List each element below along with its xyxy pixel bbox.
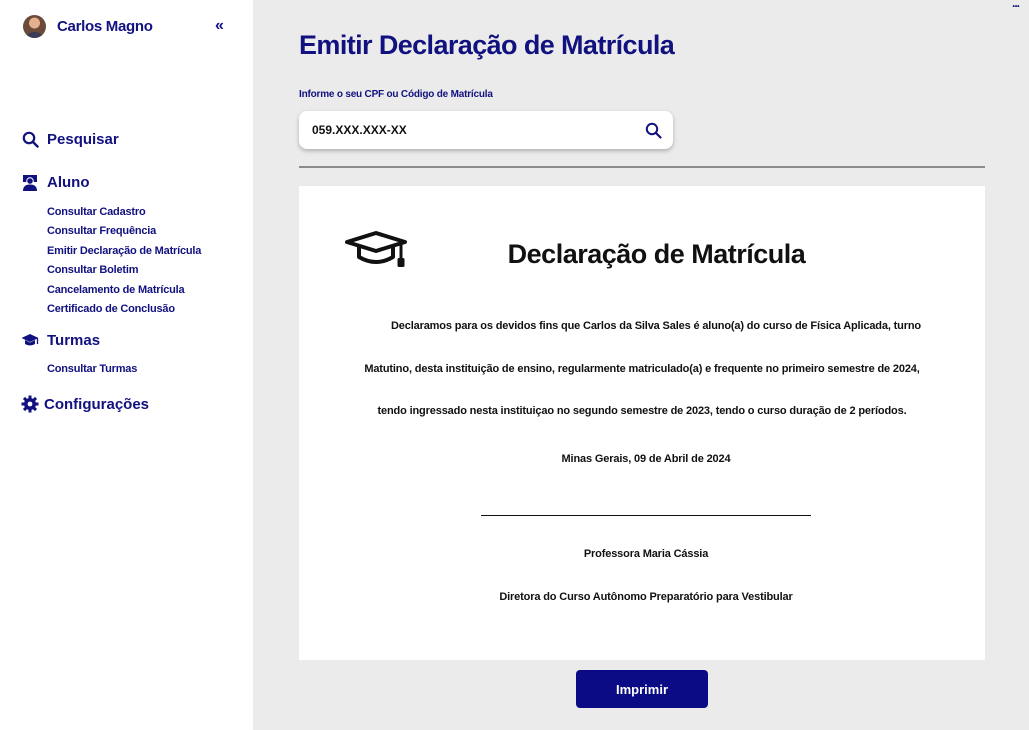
signer-role: Diretora do Curso Autônomo Preparatório … — [499, 591, 793, 603]
menu-certificado-conclusao[interactable]: Certificado de Conclusão — [47, 300, 201, 319]
declaration-document: Declaração de Matrícula Declaramos para … — [299, 186, 985, 660]
search-box — [299, 111, 673, 149]
turmas-submenu: Consultar Turmas — [47, 360, 137, 379]
search-button[interactable] — [643, 120, 663, 140]
menu-emitir-declaracao[interactable]: Emitir Declaração de Matrícula — [47, 242, 201, 261]
menu-consultar-turmas[interactable]: Consultar Turmas — [47, 360, 137, 379]
cpf-search-input[interactable] — [312, 123, 643, 137]
search-field-label: Informe o seu CPF ou Código de Matrícula — [299, 89, 493, 100]
nav-turmas[interactable]: Turmas — [21, 331, 100, 349]
nav-configuracoes-label: Configurações — [44, 395, 150, 413]
document-text-line-2: Matutino, desta instituição de ensino, r… — [364, 363, 920, 375]
nav-aluno-label: Aluno — [47, 173, 90, 191]
gear-icon — [21, 395, 39, 413]
search-icon — [21, 130, 39, 148]
signer-name: Professora Maria Cássia — [583, 548, 709, 560]
menu-consultar-frequencia[interactable]: Consultar Frequência — [47, 222, 201, 241]
more-options-icon[interactable]: ... — [1012, 0, 1020, 10]
nav-pesquisar-label: Pesquisar — [47, 130, 119, 148]
user-name: Carlos Magno — [57, 18, 153, 35]
collapse-sidebar-button[interactable]: « — [215, 17, 224, 35]
aluno-submenu: Consultar Cadastro Consultar Frequência … — [47, 203, 201, 319]
avatar — [23, 15, 46, 38]
document-text-line-3: tendo ingressado nesta instituiçao no se… — [377, 405, 907, 417]
nav-configuracoes[interactable]: Configurações — [21, 395, 149, 413]
signature-line — [481, 515, 811, 516]
print-button[interactable]: Imprimir — [576, 670, 708, 708]
document-title: Declaração de Matrícula — [507, 239, 806, 269]
sidebar: Carlos Magno « Pesquisar Aluno Consultar… — [0, 0, 253, 730]
menu-consultar-cadastro[interactable]: Consultar Cadastro — [47, 203, 201, 222]
nav-aluno[interactable]: Aluno — [21, 173, 90, 191]
user-profile[interactable]: Carlos Magno — [23, 15, 153, 38]
page-title: Emitir Declaração de Matrícula — [299, 30, 675, 60]
menu-consultar-boletim[interactable]: Consultar Boletim — [47, 261, 201, 280]
nav-turmas-label: Turmas — [47, 331, 101, 349]
divider — [299, 166, 985, 168]
graduation-cap-icon — [21, 331, 39, 349]
search-icon — [645, 122, 662, 139]
teacher-icon — [21, 173, 39, 191]
nav-pesquisar[interactable]: Pesquisar — [21, 130, 119, 148]
document-place-date: Minas Gerais, 09 de Abril de 2024 — [561, 453, 731, 465]
menu-cancelamento-matricula[interactable]: Cancelamento de Matrícula — [47, 281, 201, 300]
document-text-line-1: Declaramos para os devidos fins que Carl… — [390, 320, 922, 332]
